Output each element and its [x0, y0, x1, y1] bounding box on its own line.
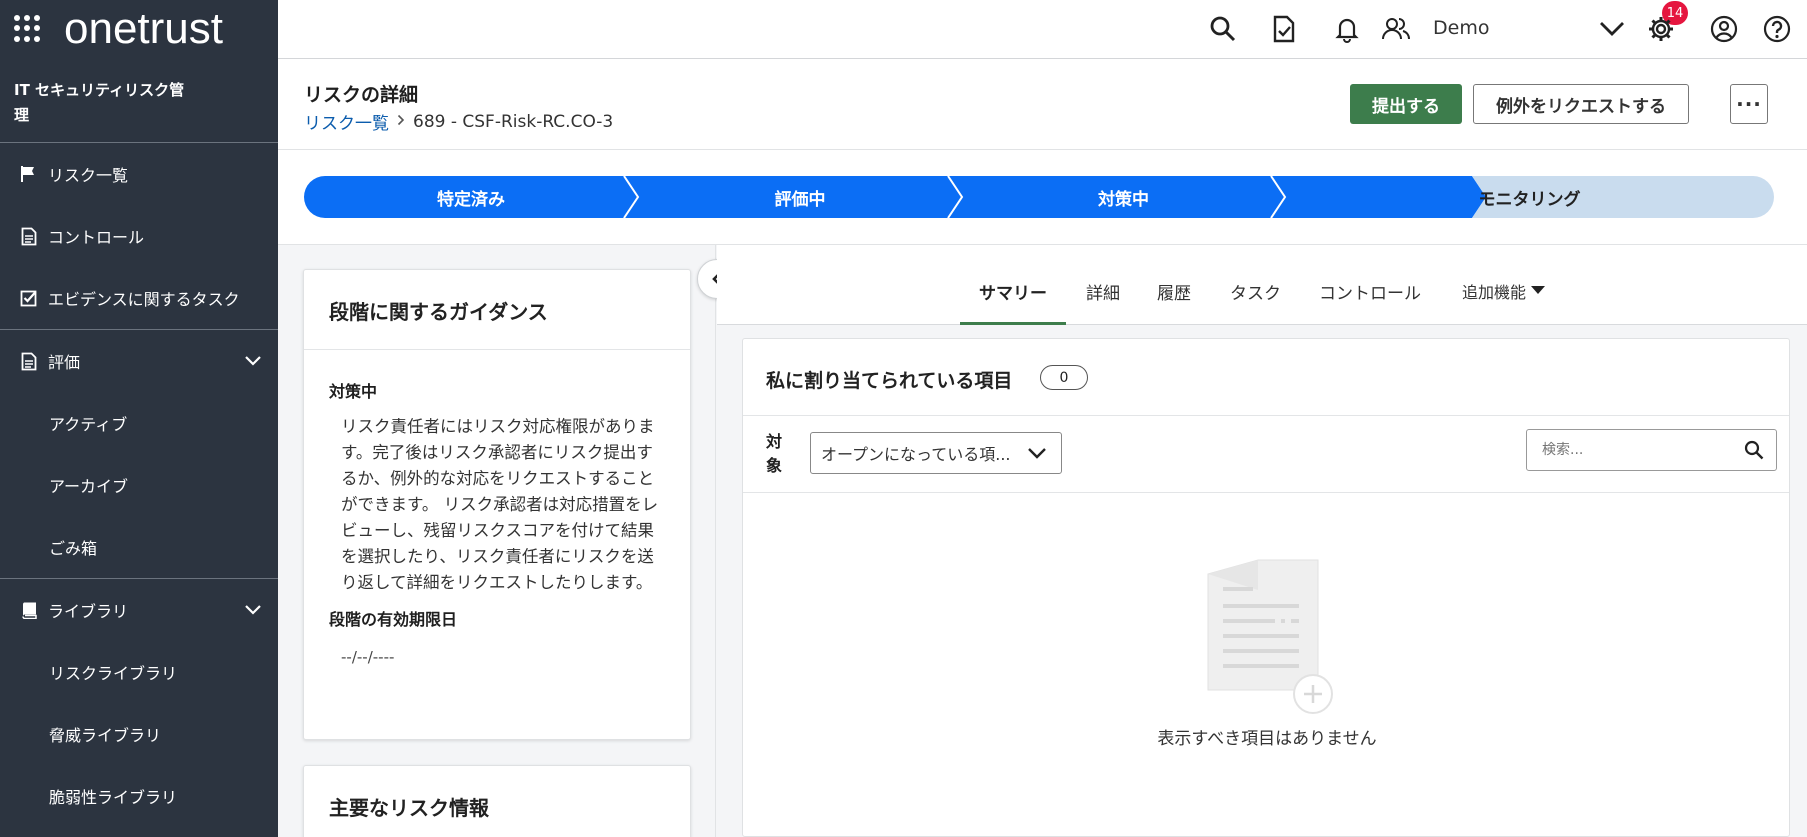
sidebar-item-label: 脆弱性ライブラリ [49, 788, 178, 807]
book-icon [18, 601, 40, 619]
sidebar-item-label: 評価 [48, 353, 81, 372]
sidebar-item-label: リスクライブラリ [49, 664, 178, 683]
assigned-items-header: 私に割り当てられている項目 0 [743, 339, 1789, 416]
gear-icon[interactable] [1646, 14, 1676, 44]
flag-icon [18, 165, 40, 183]
sidebar-item-label: コントロール [48, 228, 145, 247]
stage-identified[interactable]: 特定済み [304, 176, 638, 218]
key-risk-info-title: 主要なリスク情報 [329, 796, 489, 820]
sidebar-item-vulnerability-library[interactable]: 脆弱性ライブラリ [0, 765, 278, 827]
user-name[interactable]: Demo [1433, 17, 1489, 39]
guidance-title: 段階に関するガイダンス [329, 300, 548, 324]
tab-history[interactable]: 履歴 [1157, 279, 1191, 325]
task-document-icon[interactable] [1269, 14, 1299, 44]
logo-bar: onetrust [0, 0, 278, 57]
tab-controls[interactable]: コントロール [1319, 279, 1421, 325]
logo: onetrust [64, 3, 223, 53]
sidebar-item-label: アクティブ [49, 415, 128, 434]
sidebar-item-label: アーカイブ [49, 477, 129, 496]
sidebar: onetrust IT セキュリティリスク管理 リスク一覧 コントロール エビデ… [0, 0, 278, 837]
breadcrumb-current: 689 - CSF-Risk-RC.CO-3 [413, 111, 614, 132]
sidebar-item-archive[interactable]: アーカイブ [0, 454, 278, 516]
sidebar-item-label: ライブラリ [48, 602, 129, 621]
tab-more-features-label: 追加機能 [1462, 283, 1527, 302]
tab-more-features[interactable]: 追加機能 [1462, 279, 1546, 325]
page-title: リスクの詳細 [304, 84, 419, 106]
checkbox-icon [18, 289, 40, 307]
guidance-column: 段階に関するガイダンス 対策中 リスク責任者にはリスク対応権限があります。完了後… [278, 245, 716, 837]
stage-evaluating[interactable]: 評価中 [638, 176, 962, 218]
sidebar-item-risk-library[interactable]: リスクライブラリ [0, 641, 278, 703]
assigned-items-count: 0 [1040, 365, 1088, 390]
chevron-down-icon[interactable] [244, 601, 262, 620]
sidebar-item-risk-list[interactable]: リスク一覧 [0, 143, 278, 205]
search-input[interactable] [1527, 430, 1727, 470]
module-title: IT セキュリティリスク管理 [0, 57, 278, 143]
empty-state-message: 表示すべき項目はありません [1157, 729, 1377, 749]
chevron-down-icon[interactable] [244, 352, 262, 371]
filter-select-value: オープンになっている項... [821, 445, 1011, 464]
breadcrumb-link-risk-list[interactable]: リスク一覧 [304, 109, 389, 134]
main-content: サマリー 詳細 履歴 タスク コントロール 追加機能 私に割り当てられている項目… [717, 245, 1807, 837]
sidebar-item-library[interactable]: ライブラリ [0, 579, 278, 641]
stages: 特定済み 評価中 対策中 モニタリング [304, 176, 1774, 218]
empty-state-illustration [1203, 554, 1333, 718]
due-date-value: --/--/---- [341, 648, 395, 666]
filter-row: 対象 オープンになっている項... [743, 416, 1789, 493]
tab-summary[interactable]: サマリー [960, 279, 1066, 325]
breadcrumb: リスク一覧 689 - CSF-Risk-RC.CO-3 [304, 109, 614, 135]
request-exception-button[interactable]: 例外をリクエストする [1473, 84, 1689, 124]
sidebar-item-trash[interactable]: ごみ箱 [0, 516, 278, 578]
sidebar-item-evidence-tasks[interactable]: エビデンスに関するタスク [0, 267, 278, 329]
guidance-stage-label: 対策中 [329, 382, 378, 401]
bell-icon[interactable] [1332, 14, 1362, 44]
stage-treating[interactable]: 対策中 [962, 176, 1285, 218]
app-launcher-icon[interactable] [14, 14, 42, 43]
sidebar-item-controls[interactable]: コントロール [0, 205, 278, 267]
tab-details[interactable]: 詳細 [1086, 279, 1120, 325]
stage-monitoring[interactable]: モニタリング [1285, 176, 1774, 218]
sidebar-item-label: ごみ箱 [49, 539, 98, 558]
sidebar-item-active[interactable]: アクティブ [0, 392, 278, 454]
chevron-right-icon [397, 114, 405, 130]
search-icon[interactable] [1744, 440, 1764, 464]
caret-down-icon [1531, 286, 1546, 294]
top-bar: 14 Demo [278, 0, 1807, 59]
sidebar-item-label: リスク一覧 [48, 166, 129, 185]
guidance-card: 段階に関するガイダンス 対策中 リスク責任者にはリスク対応権限があります。完了後… [303, 269, 691, 740]
submit-button[interactable]: 提出する [1350, 84, 1462, 124]
search-box [1526, 429, 1777, 471]
guidance-card-header: 段階に関するガイダンス [304, 270, 690, 350]
account-icon[interactable] [1709, 14, 1739, 44]
empty-document-icon [1207, 559, 1333, 714]
help-icon[interactable] [1762, 14, 1792, 44]
chevron-down-icon [1027, 445, 1047, 464]
sidebar-item-label: エビデンスに関するタスク [48, 290, 240, 309]
assigned-items-title: 私に割り当てられている項目 [766, 370, 1013, 392]
assigned-items-panel: 私に割り当てられている項目 0 対象 オープンになっている項... 検索... … [742, 338, 1790, 837]
sidebar-item-threat-library[interactable]: 脅威ライブラリ [0, 703, 278, 765]
due-date-label: 段階の有効期限日 [329, 610, 458, 629]
document-icon [18, 352, 40, 371]
key-risk-info-card: 主要なリスク情報 [303, 765, 691, 837]
filter-label: 対象 [766, 432, 783, 475]
users-icon[interactable] [1381, 14, 1411, 44]
page-header: リスクの詳細 リスク一覧 689 - CSF-Risk-RC.CO-3 提出する… [278, 59, 1807, 150]
guidance-text: リスク責任者にはリスク対応権限があります。完了後はリスク承認者にリスク提出するか… [341, 417, 659, 592]
sidebar-item-label: 脅威ライブラリ [49, 726, 162, 745]
stage-progress-bar: 特定済み 評価中 対策中 モニタリング [278, 150, 1807, 245]
tab-tasks[interactable]: タスク [1230, 279, 1281, 325]
more-options-button[interactable]: ··· [1730, 84, 1768, 124]
filter-select[interactable]: オープンになっている項... [810, 432, 1062, 474]
search-icon[interactable] [1208, 14, 1238, 44]
tab-bar: サマリー 詳細 履歴 タスク コントロール 追加機能 [717, 245, 1807, 325]
document-icon [18, 227, 40, 246]
sidebar-item-assessments[interactable]: 評価 [0, 330, 278, 392]
chevron-down-icon[interactable] [1597, 14, 1627, 44]
